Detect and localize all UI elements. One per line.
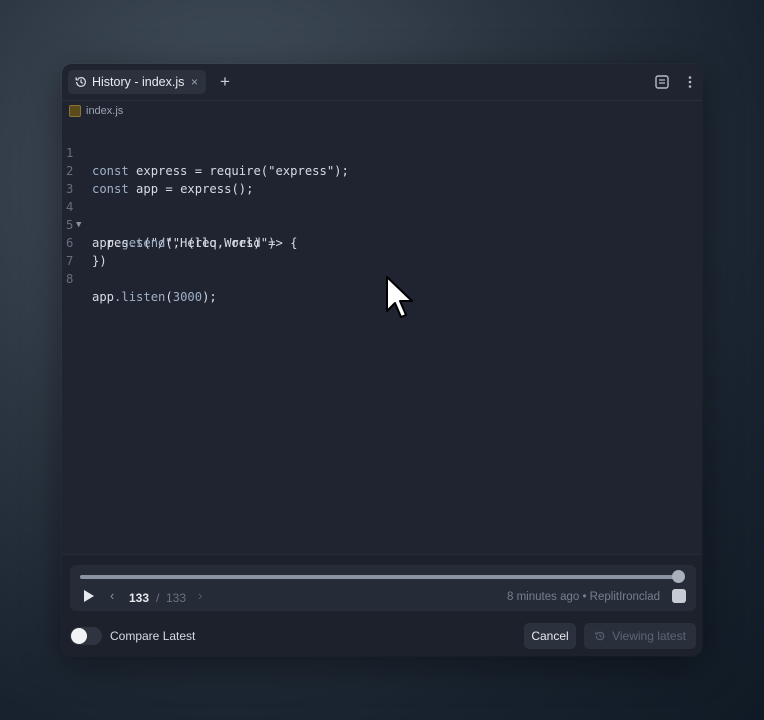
timeline-handle[interactable] xyxy=(672,570,685,583)
next-step-icon[interactable]: › xyxy=(198,588,202,603)
file-breadcrumb: index.js xyxy=(62,101,702,121)
panel-layout-icon[interactable] xyxy=(654,74,670,90)
line-number: 8 xyxy=(66,272,74,286)
total-steps: 133 xyxy=(166,591,187,605)
toggle-knob xyxy=(71,628,87,644)
version-meta: 8 minutes ago • ReplitIronclad xyxy=(507,591,660,603)
close-tab-icon[interactable]: × xyxy=(191,74,198,90)
history-icon xyxy=(595,631,605,641)
code-line: 6 }) xyxy=(62,216,107,268)
cancel-button[interactable]: Cancel xyxy=(524,623,576,649)
step-separator: / xyxy=(156,591,160,605)
history-controls: ‹ 133 / 133 › 8 minutes ago • ReplitIron… xyxy=(62,554,702,656)
history-panel: History - index.js × + index.js 1 const … xyxy=(62,64,702,656)
code-line: 2 const app = express(); xyxy=(62,144,253,196)
viewing-latest-label: Viewing latest xyxy=(612,629,686,643)
code-line: 7 xyxy=(62,234,106,268)
code-line: 8 app.listen(3000); xyxy=(62,252,217,304)
current-step: 133 xyxy=(129,591,150,605)
code-line: 3 xyxy=(62,162,106,196)
previous-step-icon[interactable]: ‹ xyxy=(110,588,114,603)
compare-latest-toggle[interactable] xyxy=(70,627,102,645)
timeline-progress xyxy=(80,575,680,579)
history-player: ‹ 133 / 133 › 8 minutes ago • ReplitIron… xyxy=(70,565,696,611)
more-options-icon[interactable] xyxy=(682,74,698,90)
history-icon xyxy=(75,76,86,87)
tab-bar: History - index.js × + xyxy=(62,64,702,101)
viewing-latest-button[interactable]: Viewing latest xyxy=(584,623,696,649)
file-name[interactable]: index.js xyxy=(86,105,123,117)
code-editor[interactable]: 1 const express = require("express"); 2 … xyxy=(62,124,702,554)
compare-latest-label: Compare Latest xyxy=(110,629,196,643)
play-icon[interactable] xyxy=(84,590,94,602)
line-code: const express = require("express"); xyxy=(92,164,349,178)
add-tab-button[interactable]: + xyxy=(214,71,236,93)
line-code: const app = express(); xyxy=(92,182,254,196)
tab-history-index[interactable]: History - index.js × xyxy=(68,70,206,94)
timeline-slider[interactable] xyxy=(80,575,680,579)
code-line: 4 ▼ app.get("/", (req, res) => { xyxy=(62,180,297,250)
tab-label: History - index.js xyxy=(92,75,185,89)
mouse-pointer-icon xyxy=(386,276,413,318)
js-file-icon xyxy=(69,105,81,117)
avatar xyxy=(672,589,686,603)
line-code: res.send("Hello World") xyxy=(92,236,276,250)
code-line: 1 const express = require("express"); xyxy=(62,126,349,178)
code-line: 5 res.send("Hello World") xyxy=(62,198,275,250)
line-code: app.listen(3000); xyxy=(92,290,217,304)
